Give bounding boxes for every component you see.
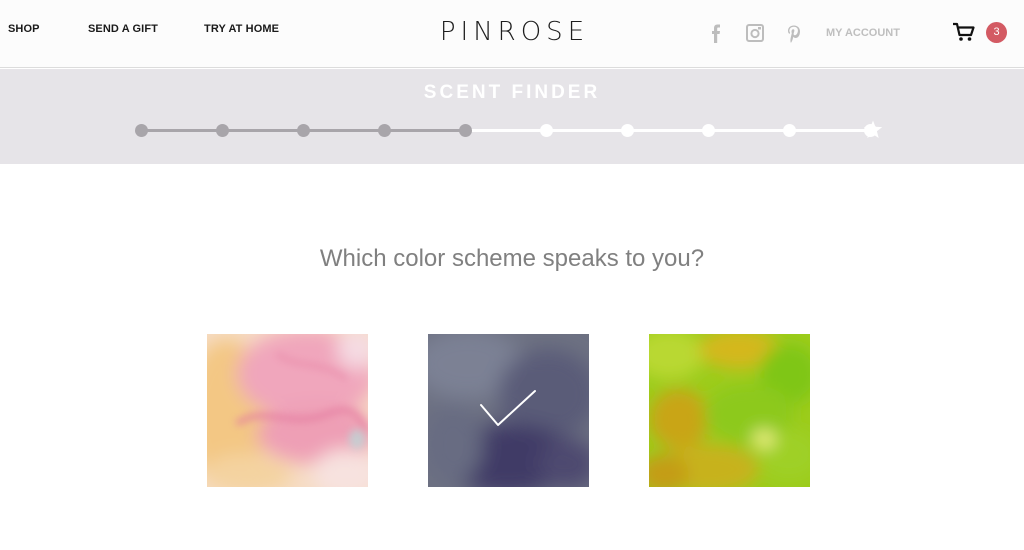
progress-track-segment bbox=[708, 129, 789, 132]
progress-step-8 bbox=[702, 124, 715, 137]
shopping-cart-icon[interactable] bbox=[952, 22, 976, 42]
pinterest-icon[interactable] bbox=[786, 24, 802, 44]
progress-step-3 bbox=[297, 124, 310, 137]
progress-track-segment bbox=[627, 129, 708, 132]
my-account-link[interactable]: MY ACCOUNT bbox=[826, 27, 900, 39]
pink-watercolor-image bbox=[207, 334, 368, 487]
progress-track-segment bbox=[141, 129, 222, 132]
progress-step-6 bbox=[540, 124, 553, 137]
progress-track-segment bbox=[384, 129, 465, 132]
scent-finder-bar: SCENT FINDER bbox=[0, 69, 1024, 164]
facebook-icon[interactable] bbox=[710, 24, 722, 44]
progress-track-segment bbox=[546, 129, 627, 132]
green-watercolor-image bbox=[649, 334, 810, 487]
pink-watercolor-option[interactable] bbox=[207, 334, 368, 487]
scent-finder-progress bbox=[0, 69, 1024, 164]
finish-star-icon bbox=[863, 120, 883, 138]
selected-checkmark-icon bbox=[480, 390, 536, 426]
progress-track-segment bbox=[303, 129, 384, 132]
progress-step-1 bbox=[135, 124, 148, 137]
progress-step-9 bbox=[783, 124, 796, 137]
progress-track-segment bbox=[789, 129, 870, 132]
progress-track-segment bbox=[465, 129, 546, 132]
site-header: SHOP SEND A GIFT TRY AT HOME PINROSE MY … bbox=[0, 0, 1024, 68]
progress-step-4 bbox=[378, 124, 391, 137]
instagram-icon[interactable] bbox=[746, 24, 764, 42]
progress-track-segment bbox=[222, 129, 303, 132]
cart-count-badge[interactable]: 3 bbox=[986, 22, 1007, 43]
progress-step-2 bbox=[216, 124, 229, 137]
progress-step-7 bbox=[621, 124, 634, 137]
purple-watercolor-option[interactable] bbox=[428, 334, 589, 487]
quiz-question: Which color scheme speaks to you? bbox=[319, 245, 705, 272]
progress-step-5 bbox=[459, 124, 472, 137]
green-watercolor-option[interactable] bbox=[649, 334, 810, 487]
